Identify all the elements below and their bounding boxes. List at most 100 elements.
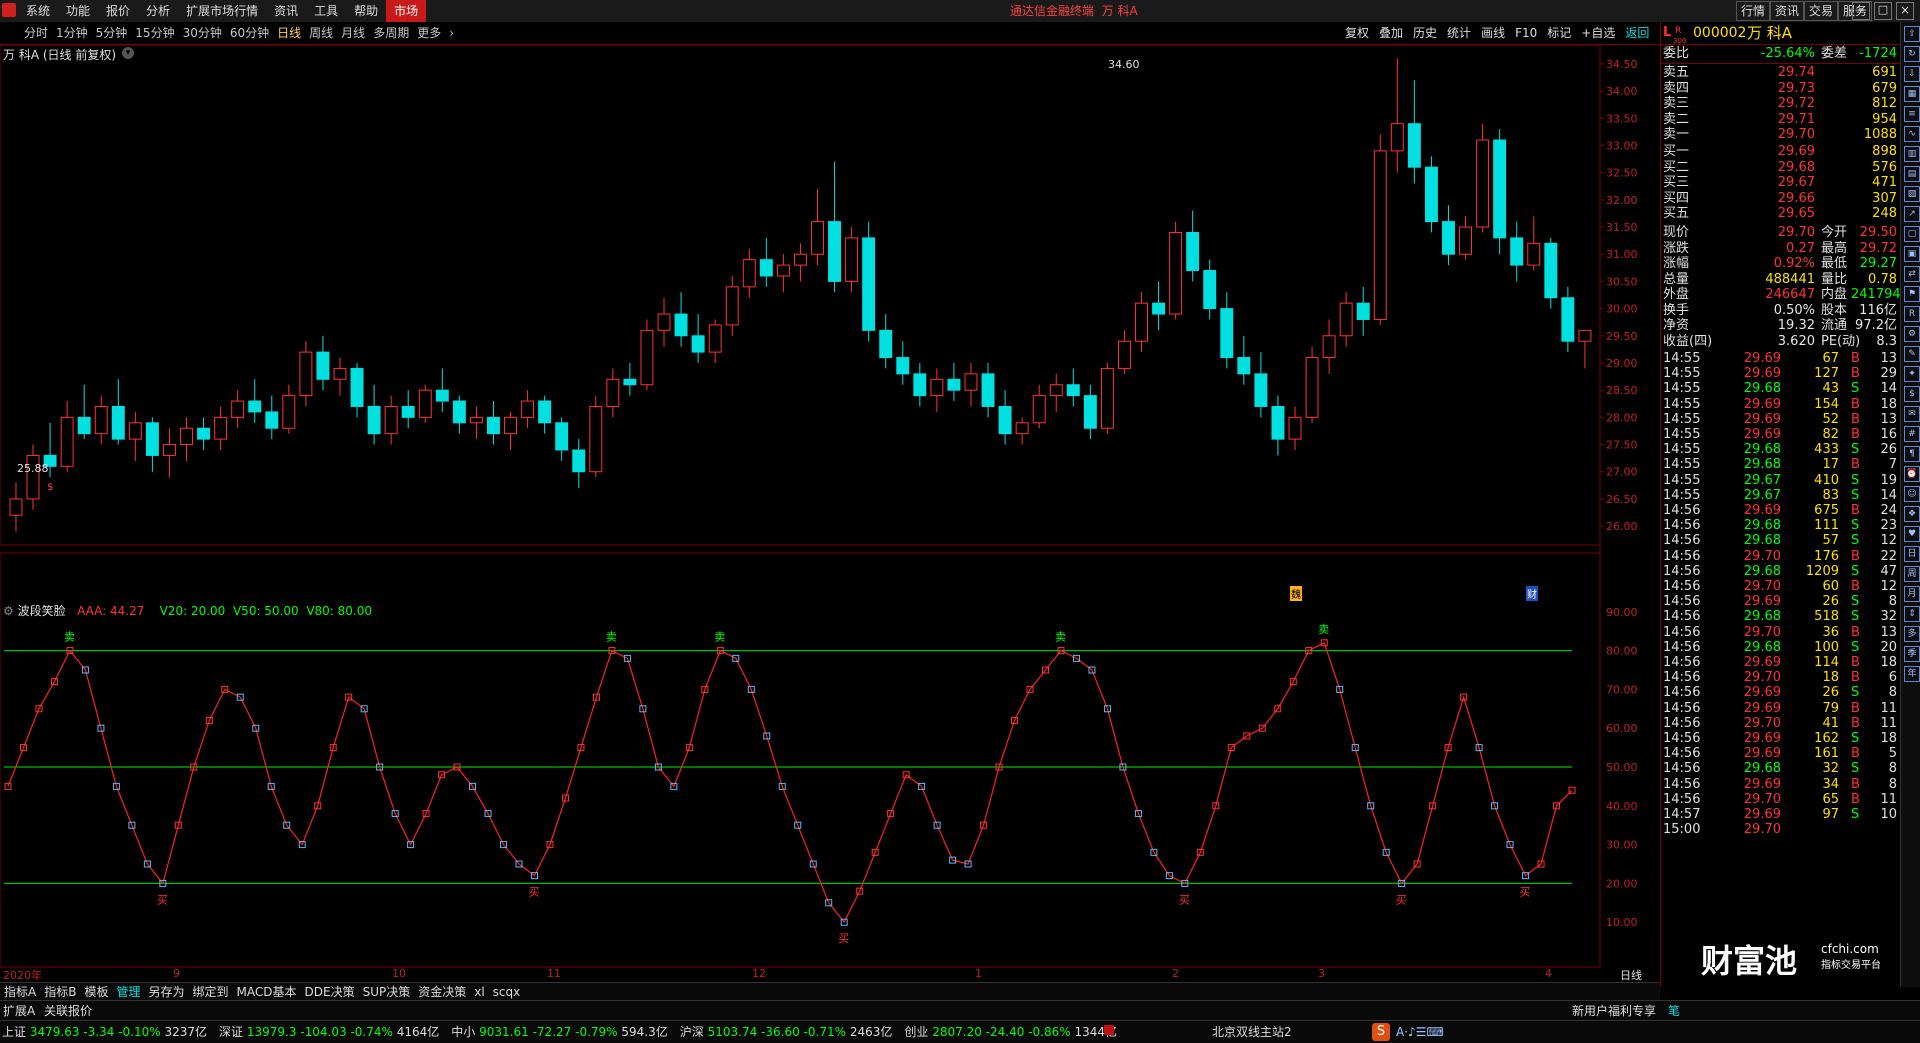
sogou-icon[interactable]: S: [1372, 1023, 1390, 1041]
trade-tab-button[interactable]: 交易: [1804, 1, 1839, 21]
heart-icon[interactable]: ♥: [1904, 526, 1920, 542]
menu-quote[interactable]: 报价: [98, 0, 138, 22]
pen-label[interactable]: 笔: [1668, 1001, 1680, 1021]
tab-template[interactable]: 模板: [80, 983, 112, 1001]
window-icon[interactable]: ▢: [1904, 226, 1920, 242]
table-icon[interactable]: ▤: [1904, 166, 1920, 182]
tab-dde[interactable]: DDE决策: [301, 983, 359, 1001]
event-marker-cai[interactable]: 财: [1526, 586, 1538, 601]
tab-save-as[interactable]: 另存为: [144, 983, 188, 1001]
mark-button[interactable]: 标记: [1542, 22, 1576, 44]
adjust-button[interactable]: 复权: [1340, 22, 1374, 44]
tab-sup[interactable]: SUP决策: [359, 983, 415, 1001]
arrow-down-icon[interactable]: ⇩: [1904, 66, 1920, 82]
news-icon[interactable]: ¶: [1904, 446, 1920, 462]
month-icon[interactable]: 月: [1904, 586, 1920, 602]
info-tab-button[interactable]: 资讯: [1770, 1, 1805, 21]
event-marker-left[interactable]: $: [47, 482, 53, 493]
menu-function[interactable]: 功能: [58, 0, 98, 22]
alarm-icon[interactable]: ⏰: [1904, 466, 1920, 482]
menu-system[interactable]: 系统: [18, 0, 58, 22]
server-name[interactable]: 北京双线主站2: [1212, 1021, 1292, 1043]
tab-fund[interactable]: 资金决策: [414, 983, 470, 1001]
period-5min[interactable]: 5分钟: [92, 22, 132, 44]
tab-xl[interactable]: xl: [470, 983, 488, 1001]
chart-bar-icon[interactable]: ▥: [1904, 146, 1920, 162]
multi-icon[interactable]: 多: [1904, 626, 1920, 642]
notes-icon[interactable]: ✉: [1904, 406, 1920, 422]
index-item[interactable]: 创业 2807.20 -24.40 -0.86% 1344亿: [904, 1021, 1117, 1043]
close-icon[interactable]: ×: [1896, 2, 1914, 20]
index-item[interactable]: 深证 13979.3 -104.03 -0.74% 4164亿: [219, 1021, 439, 1043]
week-icon[interactable]: 周: [1904, 566, 1920, 582]
period-15min[interactable]: 15分钟: [131, 22, 178, 44]
f10-button[interactable]: F10: [1510, 22, 1542, 44]
tab-macd[interactable]: MACD基本: [233, 983, 301, 1001]
quote-tab-button[interactable]: 行情: [1736, 1, 1771, 21]
index-item[interactable]: 沪深 5103.74 -36.60 -0.71% 2463亿: [680, 1021, 893, 1043]
menu-tools[interactable]: 工具: [306, 0, 346, 22]
promo-link[interactable]: 新用户福利专享: [1572, 1001, 1656, 1021]
tab-scqx[interactable]: scqx: [489, 983, 525, 1001]
period-weekly[interactable]: 周线: [305, 22, 337, 44]
draw-button[interactable]: 画线: [1476, 22, 1510, 44]
menu-analysis[interactable]: 分析: [138, 0, 178, 22]
user-icon[interactable]: ☺: [1904, 486, 1920, 502]
stats-button[interactable]: 统计: [1442, 22, 1476, 44]
list-icon[interactable]: ≡: [1904, 106, 1920, 122]
gift-icon[interactable]: ❖: [1904, 506, 1920, 522]
tab-indicator-b[interactable]: 指标B: [40, 983, 80, 1001]
arrow-up-icon[interactable]: ⇧: [1904, 26, 1920, 42]
indicator-name[interactable]: 波段笑脸: [18, 604, 66, 618]
day-icon[interactable]: 日: [1904, 546, 1920, 562]
period-daily[interactable]: 日线: [273, 22, 305, 44]
calc-icon[interactable]: #: [1904, 426, 1920, 442]
tab-manage[interactable]: 管理: [112, 983, 144, 1001]
period-60min[interactable]: 60分钟: [226, 22, 273, 44]
gear-icon[interactable]: ⚙: [1904, 326, 1920, 342]
doc-icon[interactable]: ▧: [1904, 186, 1920, 202]
chevron-right-icon[interactable]: ›: [445, 22, 458, 44]
linked-quote-label[interactable]: 关联报价: [44, 1001, 92, 1021]
flag-icon[interactable]: ⚑: [1904, 286, 1920, 302]
add-watchlist-button[interactable]: +自选: [1576, 22, 1620, 44]
scroll-icon[interactable]: ⇕: [1904, 606, 1920, 622]
chart-area[interactable]: 卖买买卖卖买卖买卖买买 34.50 34.00 33.50 33.00 32.50 32.…: [0, 45, 1660, 982]
maximize-icon[interactable]: □: [1874, 2, 1892, 20]
period-monthly[interactable]: 月线: [337, 22, 369, 44]
tab-bind[interactable]: 绑定到: [189, 983, 233, 1001]
event-marker-wei[interactable]: 魏: [1290, 586, 1302, 601]
chart-svg[interactable]: 卖买买卖 卖买卖买卖买买 34.5034.0033.5033.0032.5032.…: [0, 45, 1660, 982]
marker-icon[interactable]: ✦: [1904, 366, 1920, 382]
trend-icon[interactable]: ↗: [1904, 206, 1920, 222]
period-1min[interactable]: 1分钟: [52, 22, 92, 44]
period-more[interactable]: 更多: [413, 22, 445, 44]
index-item[interactable]: 上证 3479.63 -3.34 -0.10% 3237亿: [2, 1021, 207, 1043]
settings-icon[interactable]: ⚙: [3, 604, 14, 618]
index-item[interactable]: 中小 9031.61 -72.27 -0.79% 594.3亿: [451, 1021, 667, 1043]
market-button[interactable]: 市场: [386, 0, 427, 22]
minimize-icon[interactable]: –: [1852, 2, 1870, 20]
chevron-down-icon[interactable]: ▾: [122, 47, 134, 59]
pencil-icon[interactable]: ✎: [1904, 346, 1920, 362]
menu-help[interactable]: 帮助: [346, 0, 386, 22]
menu-extended-market[interactable]: 扩展市场行情: [178, 0, 266, 22]
dollar-icon[interactable]: $: [1904, 386, 1920, 402]
tab-indicator-a[interactable]: 指标A: [0, 983, 40, 1001]
back-button[interactable]: 返回: [1620, 22, 1654, 44]
rsi-icon[interactable]: R: [1904, 306, 1920, 322]
chart-line-icon[interactable]: ∿: [1904, 126, 1920, 142]
period-multi[interactable]: 多周期: [369, 22, 413, 44]
compare-icon[interactable]: ⇄: [1904, 266, 1920, 282]
period-30min[interactable]: 30分钟: [179, 22, 226, 44]
period-intraday[interactable]: 分时: [20, 22, 52, 44]
overlay-button[interactable]: 叠加: [1374, 22, 1408, 44]
year-icon[interactable]: 年: [1904, 666, 1920, 682]
grid-icon[interactable]: ▦: [1904, 86, 1920, 102]
season-icon[interactable]: 季: [1904, 646, 1920, 662]
ext-a-label[interactable]: 扩展A: [3, 1001, 35, 1021]
history-button[interactable]: 历史: [1408, 22, 1442, 44]
refresh-icon[interactable]: ↻: [1904, 46, 1920, 62]
board-icon[interactable]: ▣: [1904, 246, 1920, 262]
input-mode-icon[interactable]: A·♪☰⌨: [1396, 1021, 1444, 1043]
